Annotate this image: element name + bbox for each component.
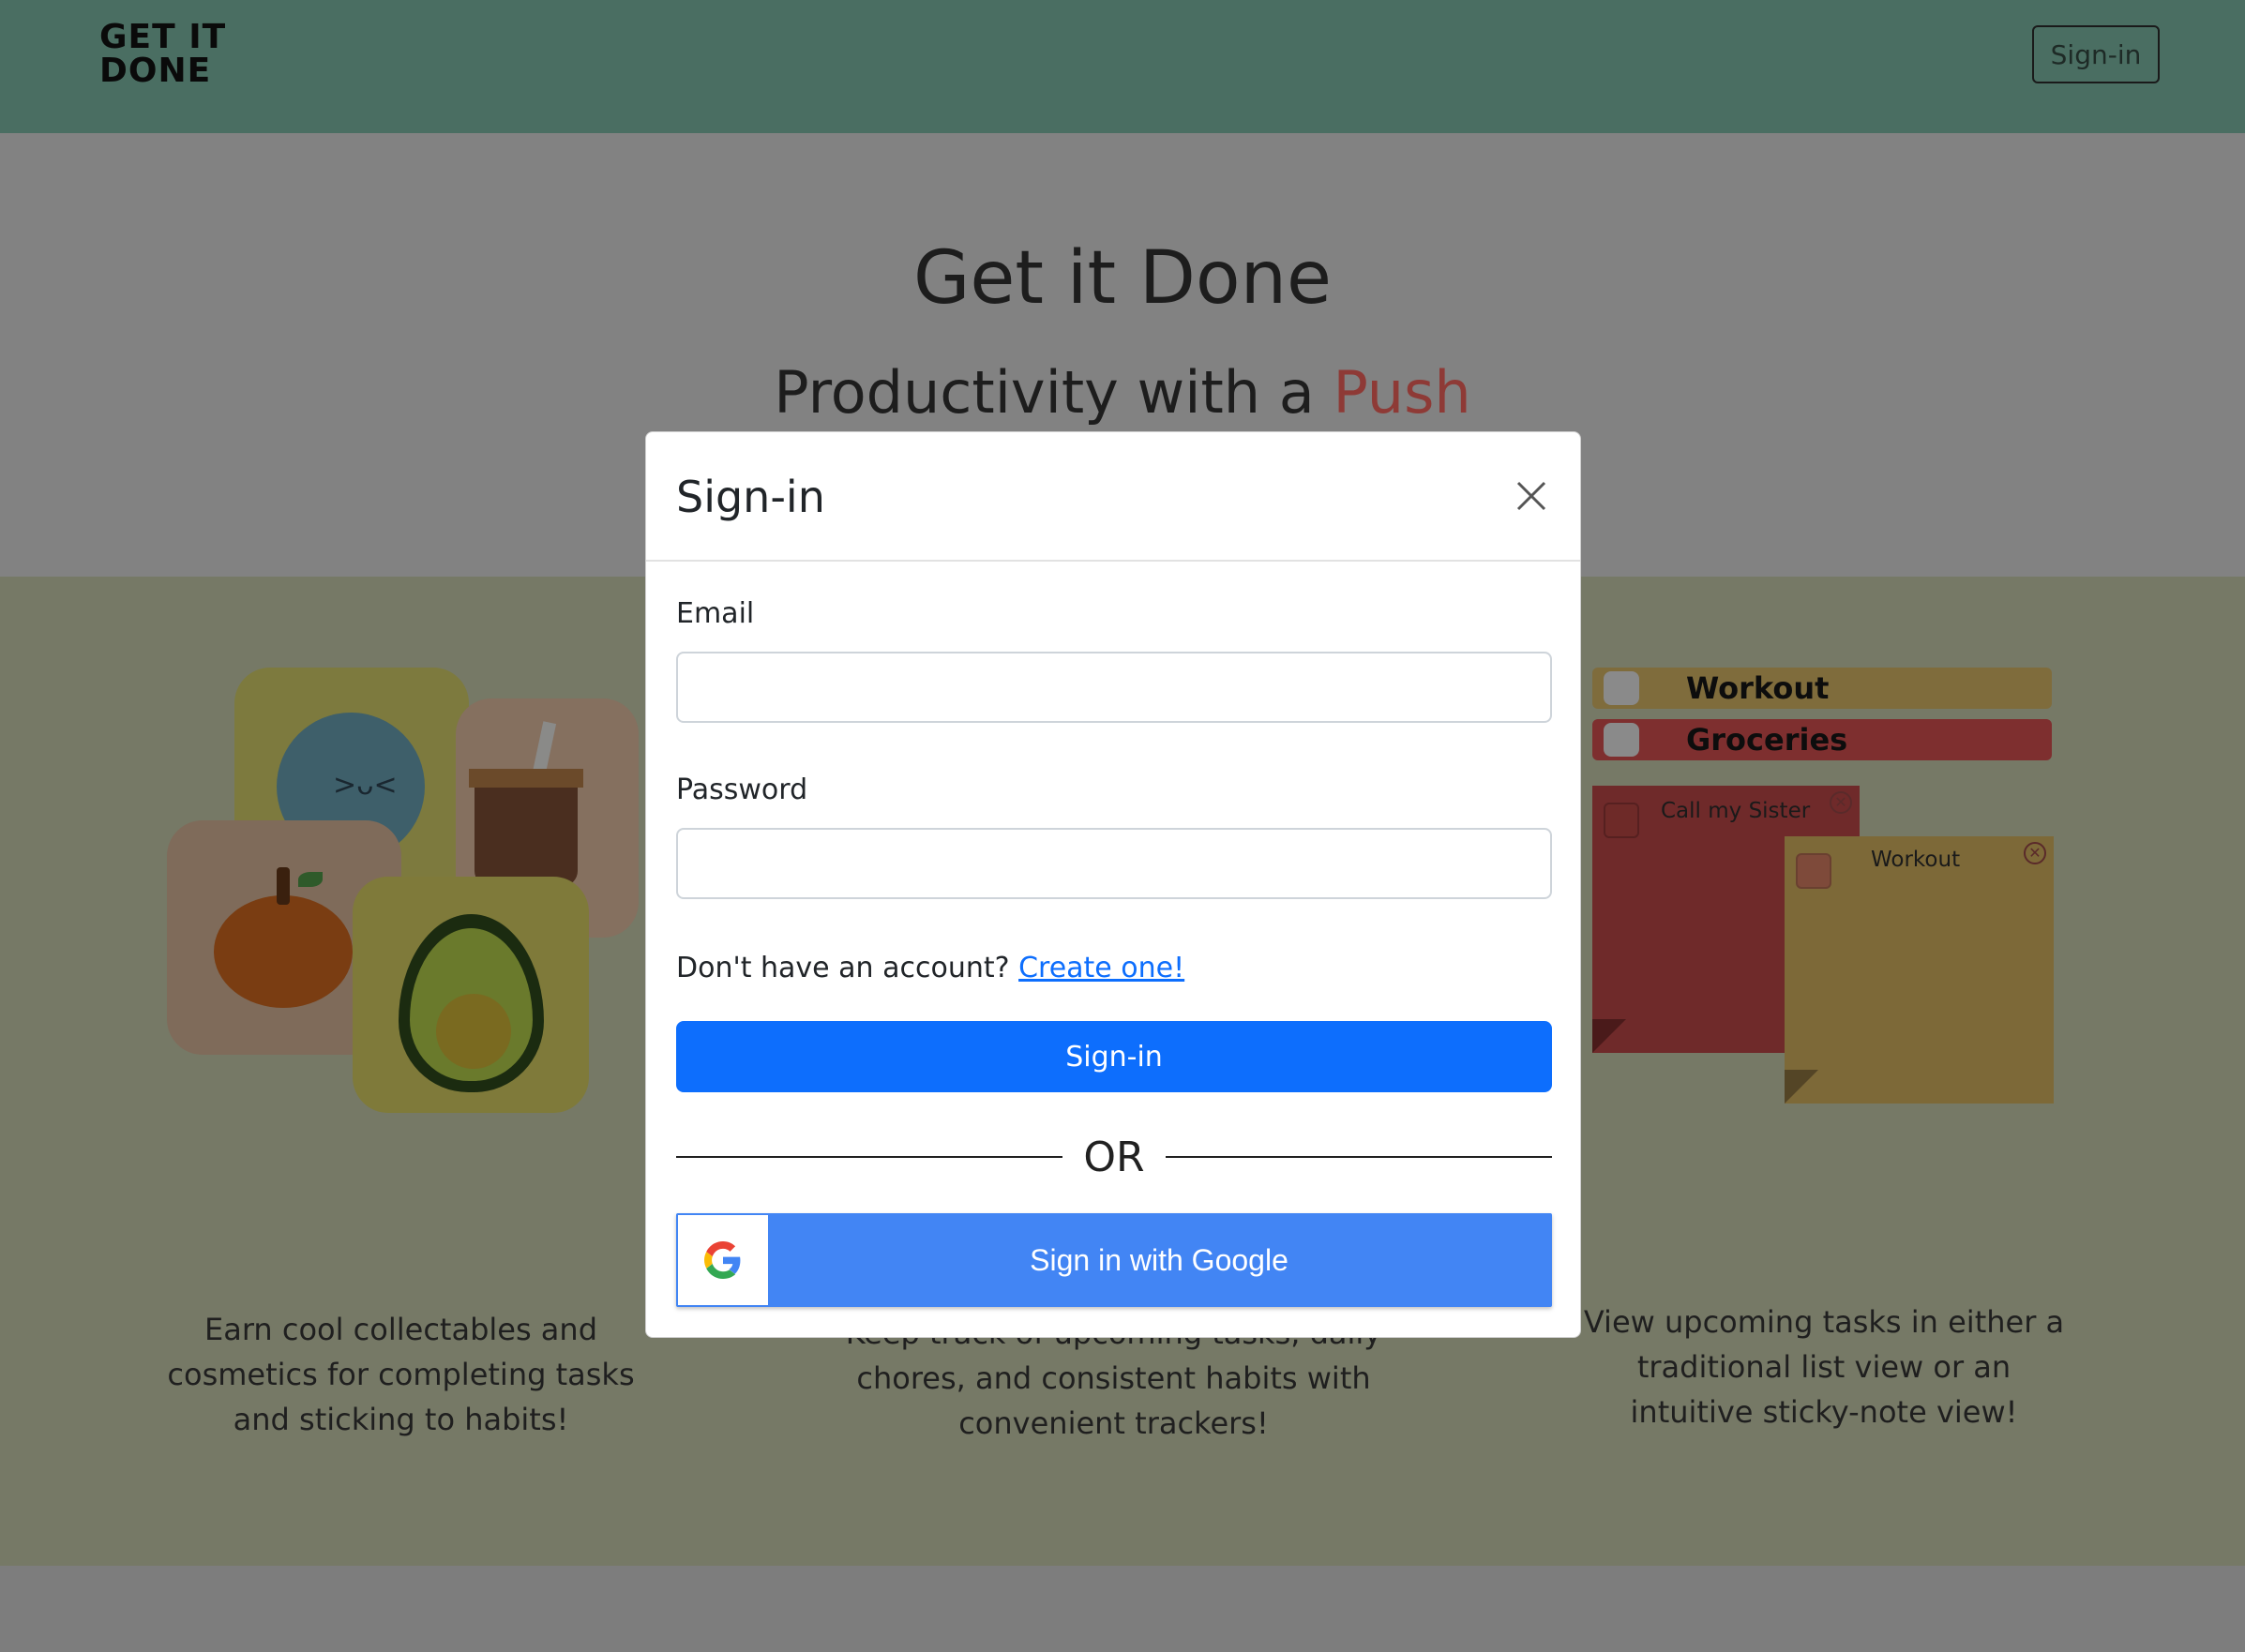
earth-face-icon: >ᴗ< (333, 769, 398, 802)
or-text: OR (1083, 1134, 1145, 1181)
close-circle-icon: ✕ (2024, 842, 2046, 864)
create-account-prompt: Don't have an account? Create one! (676, 952, 1184, 984)
checkbox-icon (1604, 671, 1639, 705)
signin-button[interactable]: Sign-in (676, 1021, 1552, 1092)
note-fold (1592, 1019, 1626, 1053)
avocado-pit-icon (436, 994, 511, 1069)
divider-line (1166, 1156, 1552, 1158)
leaf-icon (298, 872, 323, 887)
note-fold (1785, 1070, 1818, 1104)
hero-title: Get it Done (912, 236, 1333, 321)
checkbox-icon (1604, 803, 1639, 838)
checkbox-icon (1796, 853, 1831, 889)
navbar: GET IT DONE Sign-in (0, 0, 2245, 133)
hero-subtitle-accent: Push (1333, 358, 1471, 427)
email-field[interactable] (676, 652, 1552, 723)
list-item-label: Groceries (1686, 722, 1848, 758)
sticky-note-label: Call my Sister (1661, 799, 1811, 823)
signin-modal: Sign-in Email Password Don't have an acc… (645, 431, 1581, 1338)
feature-description-collectables: Earn cool collectables and cosmetics for… (167, 1312, 635, 1437)
nav-signin-button[interactable]: Sign-in (2032, 25, 2160, 83)
google-logo-box (678, 1215, 768, 1305)
modal-header: Sign-in (646, 432, 1580, 562)
divider-line (676, 1156, 1062, 1158)
email-label: Email (676, 597, 755, 630)
checkbox-icon (1604, 723, 1639, 757)
cup-lid-icon (469, 769, 583, 788)
account-prompt-text: Don't have an account? (676, 952, 1019, 984)
list-item: Groceries (1592, 719, 2052, 760)
close-button[interactable] (1513, 477, 1550, 515)
create-account-link[interactable]: Create one! (1018, 952, 1184, 984)
google-signin-label: Sign in with Google (1030, 1242, 1288, 1277)
list-item-label: Workout (1686, 670, 1830, 706)
sticky-note: Workout ✕ (1785, 836, 2054, 1104)
logo[interactable]: GET IT DONE (99, 21, 226, 88)
sticky-note-label: Workout (1871, 848, 1961, 872)
hero-subtitle: Productivity with a Push (0, 358, 2245, 427)
feature-description-views: View upcoming tasks in either a traditio… (1583, 1304, 2065, 1430)
close-icon (1516, 481, 1546, 511)
close-circle-icon: ✕ (1830, 791, 1852, 814)
password-label: Password (676, 773, 808, 806)
pumpkin-stem-icon (277, 867, 290, 905)
google-signin-button[interactable]: Sign in with Google (676, 1213, 1552, 1307)
list-item: Workout (1592, 668, 2052, 709)
logo-line-1: GET IT (99, 18, 227, 56)
footer-strip (0, 1566, 2245, 1652)
hero-subtitle-prefix: Productivity with a (774, 358, 1333, 427)
coffee-cup-icon (475, 773, 578, 886)
or-divider: OR (676, 1134, 1552, 1181)
logo-line-2: DONE (99, 52, 212, 90)
pumpkin-icon (214, 895, 353, 1008)
password-field[interactable] (676, 828, 1552, 899)
google-icon (704, 1241, 741, 1279)
modal-title: Sign-in (676, 472, 825, 522)
